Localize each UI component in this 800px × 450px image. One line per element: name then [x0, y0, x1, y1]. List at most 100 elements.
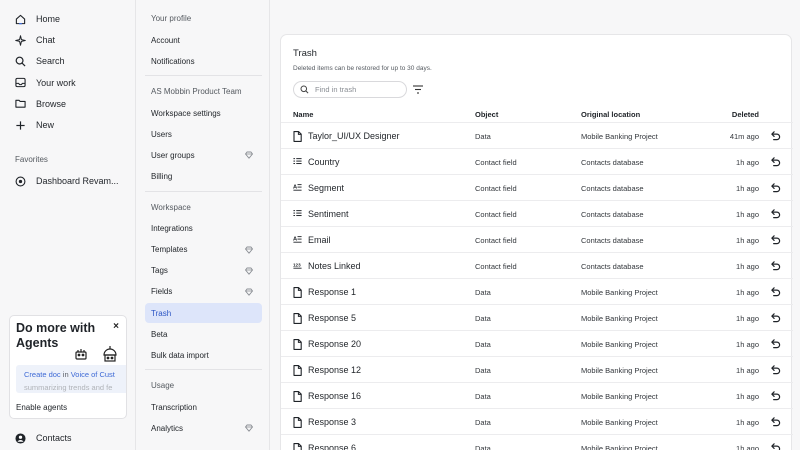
nav-item-label: Contacts	[36, 433, 72, 443]
column-header-location[interactable]: Original location	[581, 110, 640, 119]
row-deleted-time: 1h ago	[736, 392, 759, 401]
folder-icon	[15, 98, 26, 109]
restore-icon[interactable]	[770, 208, 781, 219]
restore-icon[interactable]	[770, 130, 781, 141]
nav-item-chat[interactable]: Chat	[10, 30, 128, 50]
table-row[interactable]: Taylor_UI/UX Designer Data Mobile Banking …	[281, 123, 793, 149]
nav-item-label: Home	[36, 14, 61, 24]
settings-item-workspace-settings[interactable]: Workspace settings	[145, 103, 262, 123]
row-object: Contact field	[475, 236, 517, 245]
column-header-deleted[interactable]: Deleted	[732, 110, 759, 119]
nav-item-label: Browse	[36, 98, 67, 109]
search-box	[293, 81, 407, 98]
settings-item-trash[interactable]: Trash	[145, 303, 262, 323]
nav-item-search[interactable]: Search	[10, 51, 128, 71]
restore-icon[interactable]	[770, 416, 781, 427]
voice-of-customer-link[interactable]: Voice of Cust	[71, 370, 115, 379]
settings-item-user-groups[interactable]: User groups	[145, 145, 262, 165]
text-field-icon: A	[293, 183, 302, 193]
restore-icon[interactable]	[770, 156, 781, 167]
row-location: Mobile Banking Project	[581, 340, 658, 349]
table-row[interactable]: Response 16 Data Mobile Banking Project 1h …	[281, 383, 793, 409]
nav-item-browse[interactable]: Browse	[10, 94, 128, 114]
target-icon	[15, 176, 26, 187]
restore-icon[interactable]	[770, 364, 781, 375]
table-row[interactable]: 123 Notes Linked Contact field Contacts dat…	[281, 253, 793, 279]
row-name: Taylor_UI/UX Designer	[308, 131, 400, 141]
settings-item-label: Notifications	[151, 56, 195, 66]
settings-item-templates[interactable]: Templates	[145, 240, 262, 260]
plus-icon	[15, 120, 26, 131]
restore-icon[interactable]	[770, 390, 781, 401]
nav-item-contacts[interactable]: Contacts	[10, 428, 128, 448]
table-row[interactable]: Response 5 Data Mobile Banking Project 1h a…	[281, 305, 793, 331]
restore-icon[interactable]	[770, 234, 781, 245]
settings-item-users[interactable]: Users	[145, 124, 262, 144]
document-icon	[293, 443, 302, 450]
settings-item-label: Bulk data import	[151, 350, 209, 360]
row-name: Response 3	[308, 417, 357, 427]
table-row[interactable]: Response 6 Data Mobile Banking Project 1h a…	[281, 435, 793, 450]
restore-icon[interactable]	[770, 182, 781, 193]
table-row[interactable]: Response 20 Data Mobile Banking Project 1h …	[281, 331, 793, 357]
restore-icon[interactable]	[770, 260, 781, 271]
row-object: Data	[475, 392, 491, 401]
table-row[interactable]: Response 1 Data Mobile Banking Project 1h a…	[281, 279, 793, 305]
nav-item-your-work[interactable]: Your work	[10, 73, 128, 93]
table-row[interactable]: Country Contact field Contacts database 1h …	[281, 149, 793, 175]
row-object: Data	[475, 132, 491, 141]
trash-panel: Trash Deleted items can be restored for …	[280, 34, 793, 450]
settings-item-tags[interactable]: Tags	[145, 261, 262, 281]
row-location: Mobile Banking Project	[581, 314, 658, 323]
favorite-item-label: Dashboard Revam...	[36, 176, 119, 186]
document-icon	[293, 365, 302, 376]
settings-item-transcription[interactable]: Transcription	[145, 397, 262, 417]
settings-item-analytics[interactable]: Analytics	[145, 418, 262, 438]
restore-icon[interactable]	[770, 442, 781, 450]
row-location: Contacts database	[581, 210, 644, 219]
settings-item-bulk-data-import[interactable]: Bulk data import	[145, 345, 262, 365]
search-input[interactable]	[315, 85, 399, 94]
list-field-icon	[293, 157, 302, 167]
settings-item-billing[interactable]: Billing	[145, 167, 262, 187]
column-header-name[interactable]: Name	[293, 110, 313, 119]
settings-item-label: Account	[151, 35, 180, 45]
row-location: Contacts database	[581, 236, 644, 245]
settings-sidebar: Your profile Account Notifications AS Mobbi…	[136, 0, 270, 450]
column-header-object[interactable]: Object	[475, 110, 498, 119]
settings-item-integrations[interactable]: Integrations	[145, 219, 262, 239]
restore-icon[interactable]	[770, 338, 781, 349]
settings-item-label: Trash	[151, 308, 172, 318]
settings-item-label: Integrations	[151, 224, 193, 234]
row-deleted-time: 1h ago	[736, 366, 759, 375]
settings-item-fields[interactable]: Fields	[145, 282, 262, 302]
create-doc-link[interactable]: Create doc	[24, 370, 61, 379]
close-icon[interactable]: ×	[113, 321, 119, 332]
row-deleted-time: 1h ago	[736, 210, 759, 219]
premium-gem-icon	[245, 151, 253, 160]
restore-icon[interactable]	[770, 312, 781, 323]
favorites-heading: Favorites	[15, 155, 48, 164]
nav-item-new[interactable]: New	[10, 115, 128, 135]
table-row[interactable]: Sentiment Contact field Contacts database 1…	[281, 201, 793, 227]
favorite-item-dashboard-revam[interactable]: Dashboard Revam...	[10, 171, 128, 191]
page-title: Trash	[293, 48, 317, 59]
table-row[interactable]: A Segment Contact field Contacts database 1h…	[281, 175, 793, 201]
table-row[interactable]: Response 3 Data Mobile Banking Project 1h a…	[281, 409, 793, 435]
nav-item-home[interactable]: Home	[10, 9, 128, 29]
row-deleted-time: 41m ago	[729, 132, 759, 141]
row-deleted-time: 1h ago	[736, 314, 759, 323]
settings-item-beta[interactable]: Beta	[145, 324, 262, 344]
table-row[interactable]: A Email Contact field Contacts database 1h a…	[281, 227, 793, 253]
row-location: Mobile Banking Project	[581, 392, 658, 401]
settings-item-label: Transcription	[151, 402, 197, 412]
settings-item-notifications[interactable]: Notifications	[145, 51, 262, 71]
enable-agents-button[interactable]: Enable agents	[16, 403, 67, 412]
restore-icon[interactable]	[770, 286, 781, 297]
row-location: Mobile Banking Project	[581, 418, 658, 427]
filter-icon[interactable]	[412, 84, 424, 95]
document-icon	[293, 417, 302, 428]
settings-item-account[interactable]: Account	[145, 30, 262, 50]
row-name: Response 12	[308, 365, 362, 375]
table-row[interactable]: Response 12 Data Mobile Banking Project 1h …	[281, 357, 793, 383]
